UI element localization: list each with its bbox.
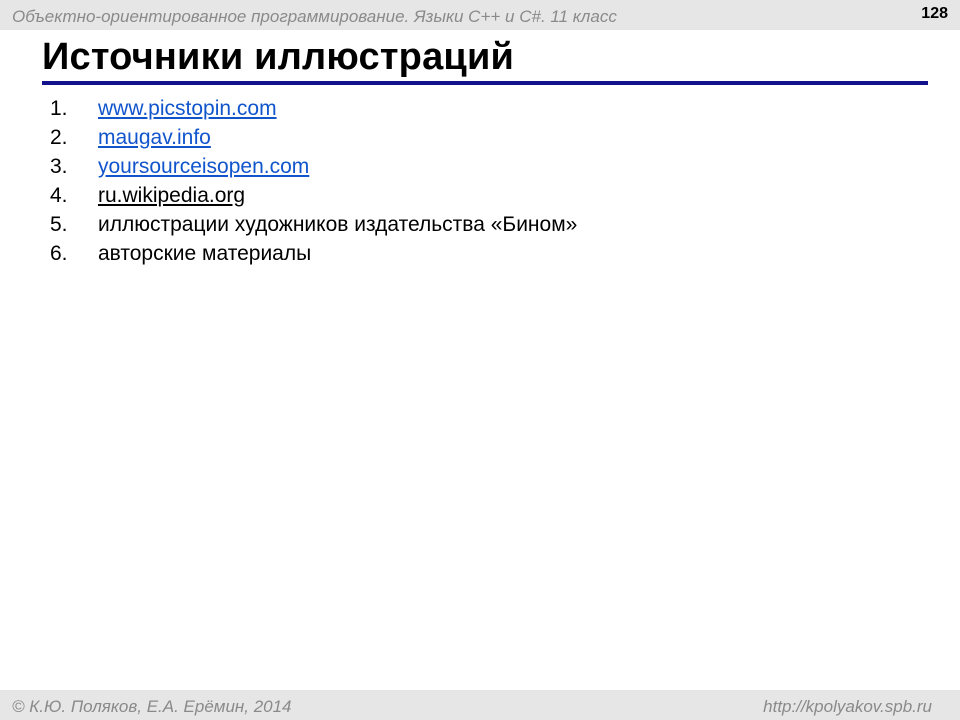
title-underline: [42, 81, 928, 85]
course-title: Объектно-ориентированное программировани…: [12, 7, 617, 26]
source-link-wikipedia[interactable]: ru.wikipedia.org: [98, 184, 245, 208]
list-number: 1.: [50, 96, 68, 120]
list-number: 5.: [50, 212, 68, 236]
source-link-picstopin[interactable]: www.picstopin.com: [98, 97, 277, 121]
slide-title: Источники иллюстраций: [42, 36, 515, 78]
list-item: 3. yoursourceisopen.com: [50, 152, 577, 181]
site-url-link[interactable]: http://kpolyakov.spb.ru: [763, 697, 932, 717]
source-text-author: авторские материалы: [98, 241, 312, 265]
source-text-binom: иллюстрации художников издательства «Бин…: [98, 212, 578, 236]
list-number: 3.: [50, 154, 68, 178]
list-item: 2. maugav.info: [50, 123, 577, 152]
source-link-maugav[interactable]: maugav.info: [98, 126, 211, 150]
page-number: 128: [921, 5, 948, 22]
list-number: 4.: [50, 183, 68, 207]
list-number: 2.: [50, 125, 68, 149]
source-link-yoursourceisopen[interactable]: yoursourceisopen.com: [98, 155, 309, 179]
copyright: © К.Ю. Поляков, Е.А. Ерёмин, 2014: [12, 697, 292, 716]
sources-list: 1. www.picstopin.com 2. maugav.info 3. y…: [50, 94, 577, 268]
list-item: 6. авторские материалы: [50, 239, 577, 268]
list-item: 1. www.picstopin.com: [50, 94, 577, 123]
list-item: 5. иллюстрации художников издательства «…: [50, 210, 577, 239]
list-item: 4. ru.wikipedia.org: [50, 181, 577, 210]
list-number: 6.: [50, 241, 68, 265]
